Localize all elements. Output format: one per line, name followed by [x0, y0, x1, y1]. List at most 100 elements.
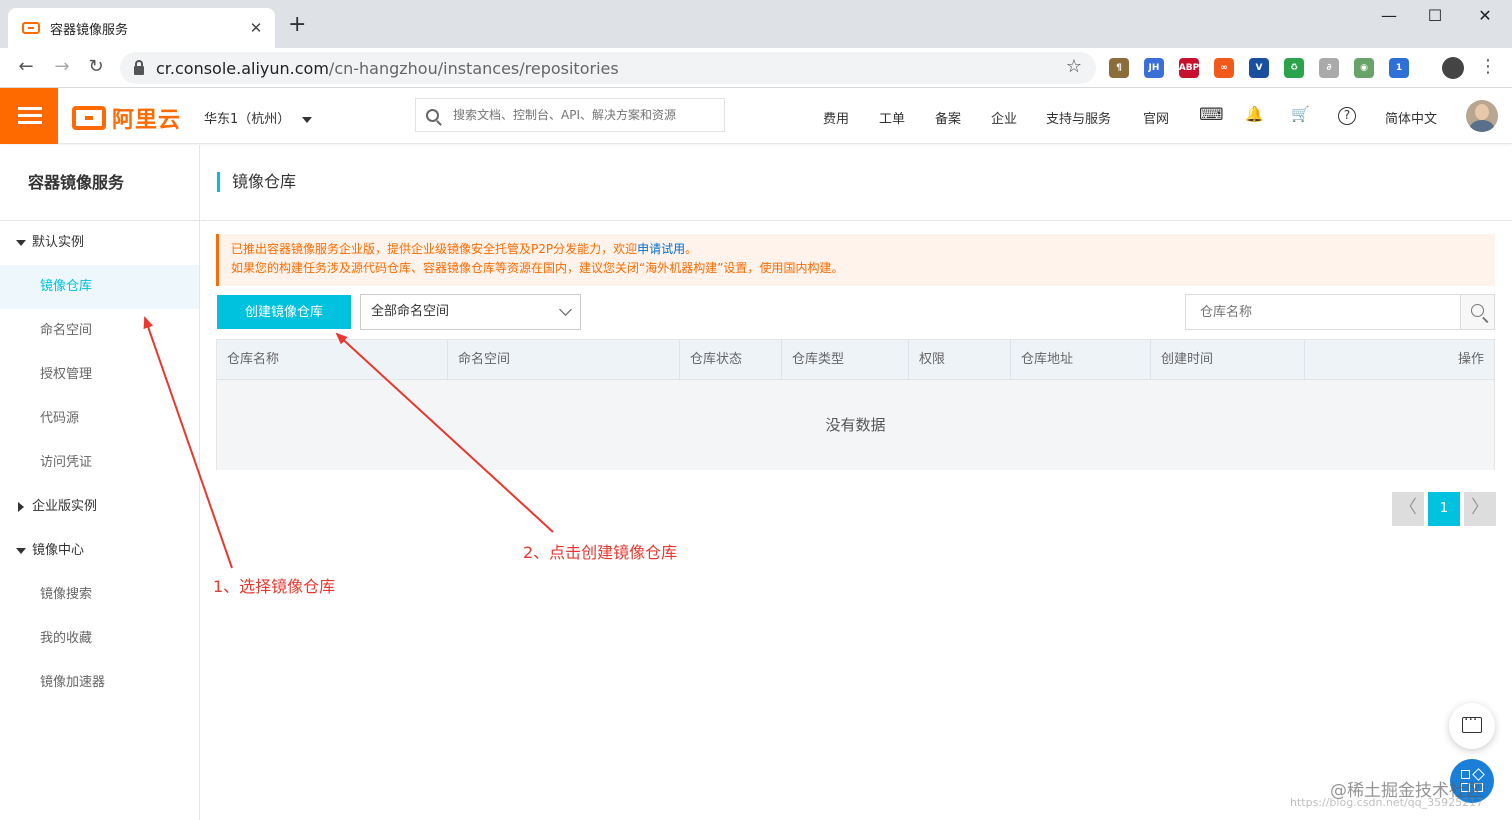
apply-trial-link[interactable]: 申请试用 [637, 242, 685, 256]
sidebar-group-image-center[interactable]: 镜像中心 [0, 529, 199, 573]
notice-line-2: 如果您的构建任务涉及源代码仓库、容器镜像仓库等资源在国内，建议您关闭“海外机器构… [231, 261, 844, 275]
recycle-ext-icon[interactable]: ♻ [1284, 58, 1304, 78]
logo-text: 阿里云 [112, 108, 182, 133]
table-header: 仓库名称 命名空间 仓库状态 仓库类型 权限 仓库地址 创建时间 操作 [217, 340, 1494, 380]
caret-down-icon [16, 239, 26, 246]
header-link-icp[interactable]: 备案 [935, 108, 961, 127]
repository-search [1185, 294, 1495, 330]
namespace-select-value: 全部命名空间 [371, 304, 450, 319]
hamburger-menu-button[interactable] [0, 88, 58, 144]
minimize-icon[interactable]: — [1366, 6, 1412, 25]
search-icon [426, 108, 439, 122]
namespace-select[interactable]: 全部命名空间 [360, 294, 581, 330]
sidebar-item-image-search[interactable]: 镜像搜索 [0, 573, 199, 617]
maximize-icon[interactable]: ☐ [1412, 6, 1458, 25]
cart-icon[interactable]: 🛒 [1291, 105, 1310, 123]
language-switch[interactable]: 简体中文 [1385, 108, 1437, 127]
aliyun-logo-icon [72, 106, 106, 130]
column-namespace: 命名空间 [448, 340, 680, 380]
profile-icon[interactable] [1442, 57, 1464, 79]
column-repo-name: 仓库名称 [217, 340, 448, 380]
repository-table: 仓库名称 命名空间 仓库状态 仓库类型 权限 仓库地址 创建时间 操作 没有数据 [216, 339, 1495, 470]
jh-ext-icon[interactable]: JH [1144, 58, 1164, 78]
sidebar-group-default-instance[interactable]: 默认实例 [0, 221, 199, 265]
page-title-bar: 镜像仓库 [201, 145, 1512, 221]
sidebar-item-authorization[interactable]: 授权管理 [0, 353, 199, 397]
caret-right-icon [18, 501, 24, 512]
caret-down-icon [302, 116, 313, 123]
adblock-ext-icon[interactable]: ABP [1179, 58, 1199, 78]
chat-feedback-button[interactable] [1449, 703, 1495, 749]
pager-page-1[interactable]: 1 [1428, 492, 1460, 526]
table-body: 没有数据 [217, 380, 1494, 470]
bookmark-star-icon[interactable]: ☆ [1066, 56, 1082, 77]
sidebar: 容器镜像服务 默认实例 镜像仓库 命名空间 授权管理 代码源 访问凭证 企业版实… [0, 145, 200, 820]
header-link-ticket[interactable]: 工单 [879, 108, 905, 127]
forward-icon[interactable]: → [50, 56, 74, 77]
notice-text: 已推出容器镜像服务企业版，提供企业级镜像安全托管及P2P分发能力，欢迎 [231, 242, 638, 256]
chevron-down-icon [559, 303, 572, 316]
notice-text-end: 。 [685, 242, 698, 256]
pager-next-button[interactable]: 〉 [1464, 492, 1496, 526]
tab-close-icon[interactable]: ✕ [247, 19, 265, 37]
page-title: 镜像仓库 [217, 172, 296, 192]
search-icon [1471, 304, 1484, 317]
tab-title: 容器镜像服务 [50, 22, 129, 38]
sidebar-group-label: 默认实例 [32, 235, 85, 250]
column-repo-address: 仓库地址 [1011, 340, 1151, 380]
column-permission: 权限 [909, 340, 1011, 380]
repository-search-button[interactable] [1460, 295, 1494, 329]
sidebar-item-favorites[interactable]: 我的收藏 [0, 617, 199, 661]
sidebar-group-enterprise-instance[interactable]: 企业版实例 [0, 485, 199, 529]
bell-icon[interactable]: 🔔 [1245, 105, 1264, 123]
caret-down-icon [16, 547, 26, 554]
column-repo-status: 仓库状态 [680, 340, 782, 380]
global-search-input[interactable] [453, 108, 713, 122]
column-created-time: 创建时间 [1151, 340, 1305, 380]
annotation-step2: 2、点击创建镜像仓库 [523, 543, 678, 562]
lock-icon [134, 59, 144, 75]
create-repository-button[interactable]: 创建镜像仓库 [217, 295, 351, 329]
global-search[interactable] [415, 98, 725, 132]
sidebar-item-access-credentials[interactable]: 访问凭证 [0, 441, 199, 485]
paragraph-ext-icon[interactable]: ¶ [1109, 58, 1129, 78]
browser-tab[interactable]: 容器镜像服务 ✕ [8, 8, 275, 48]
header-link-support[interactable]: 支持与服务 [1046, 108, 1111, 127]
pager-prev-button[interactable]: 〈 [1392, 492, 1424, 526]
browser-tab-bar: 容器镜像服务 ✕ + — ☐ ✕ [0, 0, 1512, 48]
empty-state: 没有数据 [825, 416, 886, 434]
sidebar-item-code-source[interactable]: 代码源 [0, 397, 199, 441]
aliyun-logo[interactable]: 阿里云 [72, 102, 181, 134]
vue-ext-icon[interactable]: V [1249, 58, 1269, 78]
infinity-ext-icon[interactable]: ∞ [1214, 58, 1234, 78]
sidebar-item-namespaces[interactable]: 命名空间 [0, 309, 199, 353]
header-link-official-site[interactable]: 官网 [1143, 108, 1169, 127]
sidebar-item-repositories[interactable]: 镜像仓库 [0, 265, 199, 309]
console-header: 阿里云 华东1（杭州） 费用 工单 备案 企业 支持与服务 官网 ⌨ 🔔 🛒 ?… [0, 88, 1512, 144]
header-link-billing[interactable]: 费用 [823, 108, 849, 127]
avatar[interactable] [1466, 100, 1498, 132]
new-tab-button[interactable]: + [288, 14, 306, 36]
browser-toolbar: ← → ↻ cr.console.aliyun.com /cn-hangzhou… [0, 48, 1512, 88]
dim-ext-icon[interactable]: ∂ [1319, 58, 1339, 78]
reload-icon[interactable]: ↻ [84, 56, 108, 77]
globe-ext-icon[interactable]: ◉ [1354, 58, 1374, 78]
terminal-icon[interactable]: ⌨ [1199, 105, 1224, 125]
help-icon[interactable]: ? [1338, 107, 1356, 125]
window-close-icon[interactable]: ✕ [1462, 6, 1508, 25]
aliyun-favicon-icon [22, 22, 40, 34]
column-repo-type: 仓库类型 [782, 340, 909, 380]
address-bar[interactable]: cr.console.aliyun.com /cn-hangzhou/insta… [120, 52, 1096, 84]
header-link-enterprise[interactable]: 企业 [991, 108, 1017, 127]
url-path: /cn-hangzhou/instances/repositories [328, 58, 619, 78]
badge-ext-icon[interactable]: 1 [1389, 58, 1409, 78]
sidebar-item-image-accelerator[interactable]: 镜像加速器 [0, 661, 199, 705]
column-actions: 操作 [1457, 352, 1484, 367]
url-host: cr.console.aliyun.com [156, 58, 329, 78]
browser-menu-icon[interactable]: ⋮ [1476, 56, 1500, 77]
region-label: 华东1（杭州） [204, 112, 291, 127]
repository-search-input[interactable] [1186, 295, 1460, 329]
annotation-step1: 1、选择镜像仓库 [213, 577, 336, 596]
region-selector[interactable]: 华东1（杭州） [204, 108, 313, 127]
back-icon[interactable]: ← [14, 56, 38, 77]
